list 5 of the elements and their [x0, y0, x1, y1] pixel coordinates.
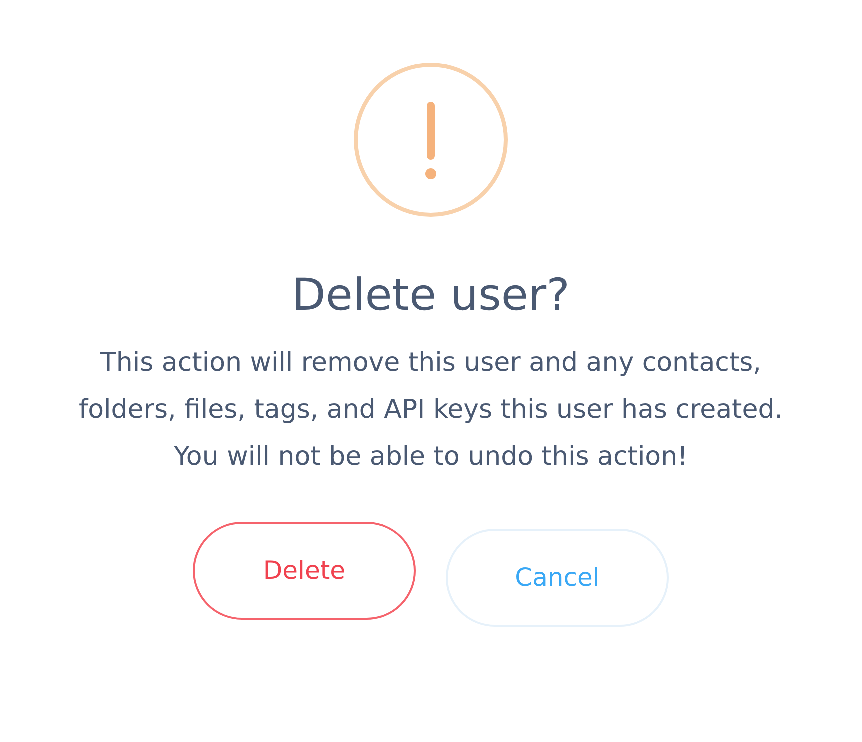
delete-button[interactable]: Delete: [193, 522, 416, 620]
cancel-button[interactable]: Cancel: [446, 529, 669, 627]
dialog-message: This action will remove this user and any contacts, folders, files, tags, and API keys this user has created. You will not be able to undo this action!: [78, 347, 784, 474]
warning-icon: [353, 62, 509, 218]
dialog-title: Delete user?: [292, 269, 570, 323]
